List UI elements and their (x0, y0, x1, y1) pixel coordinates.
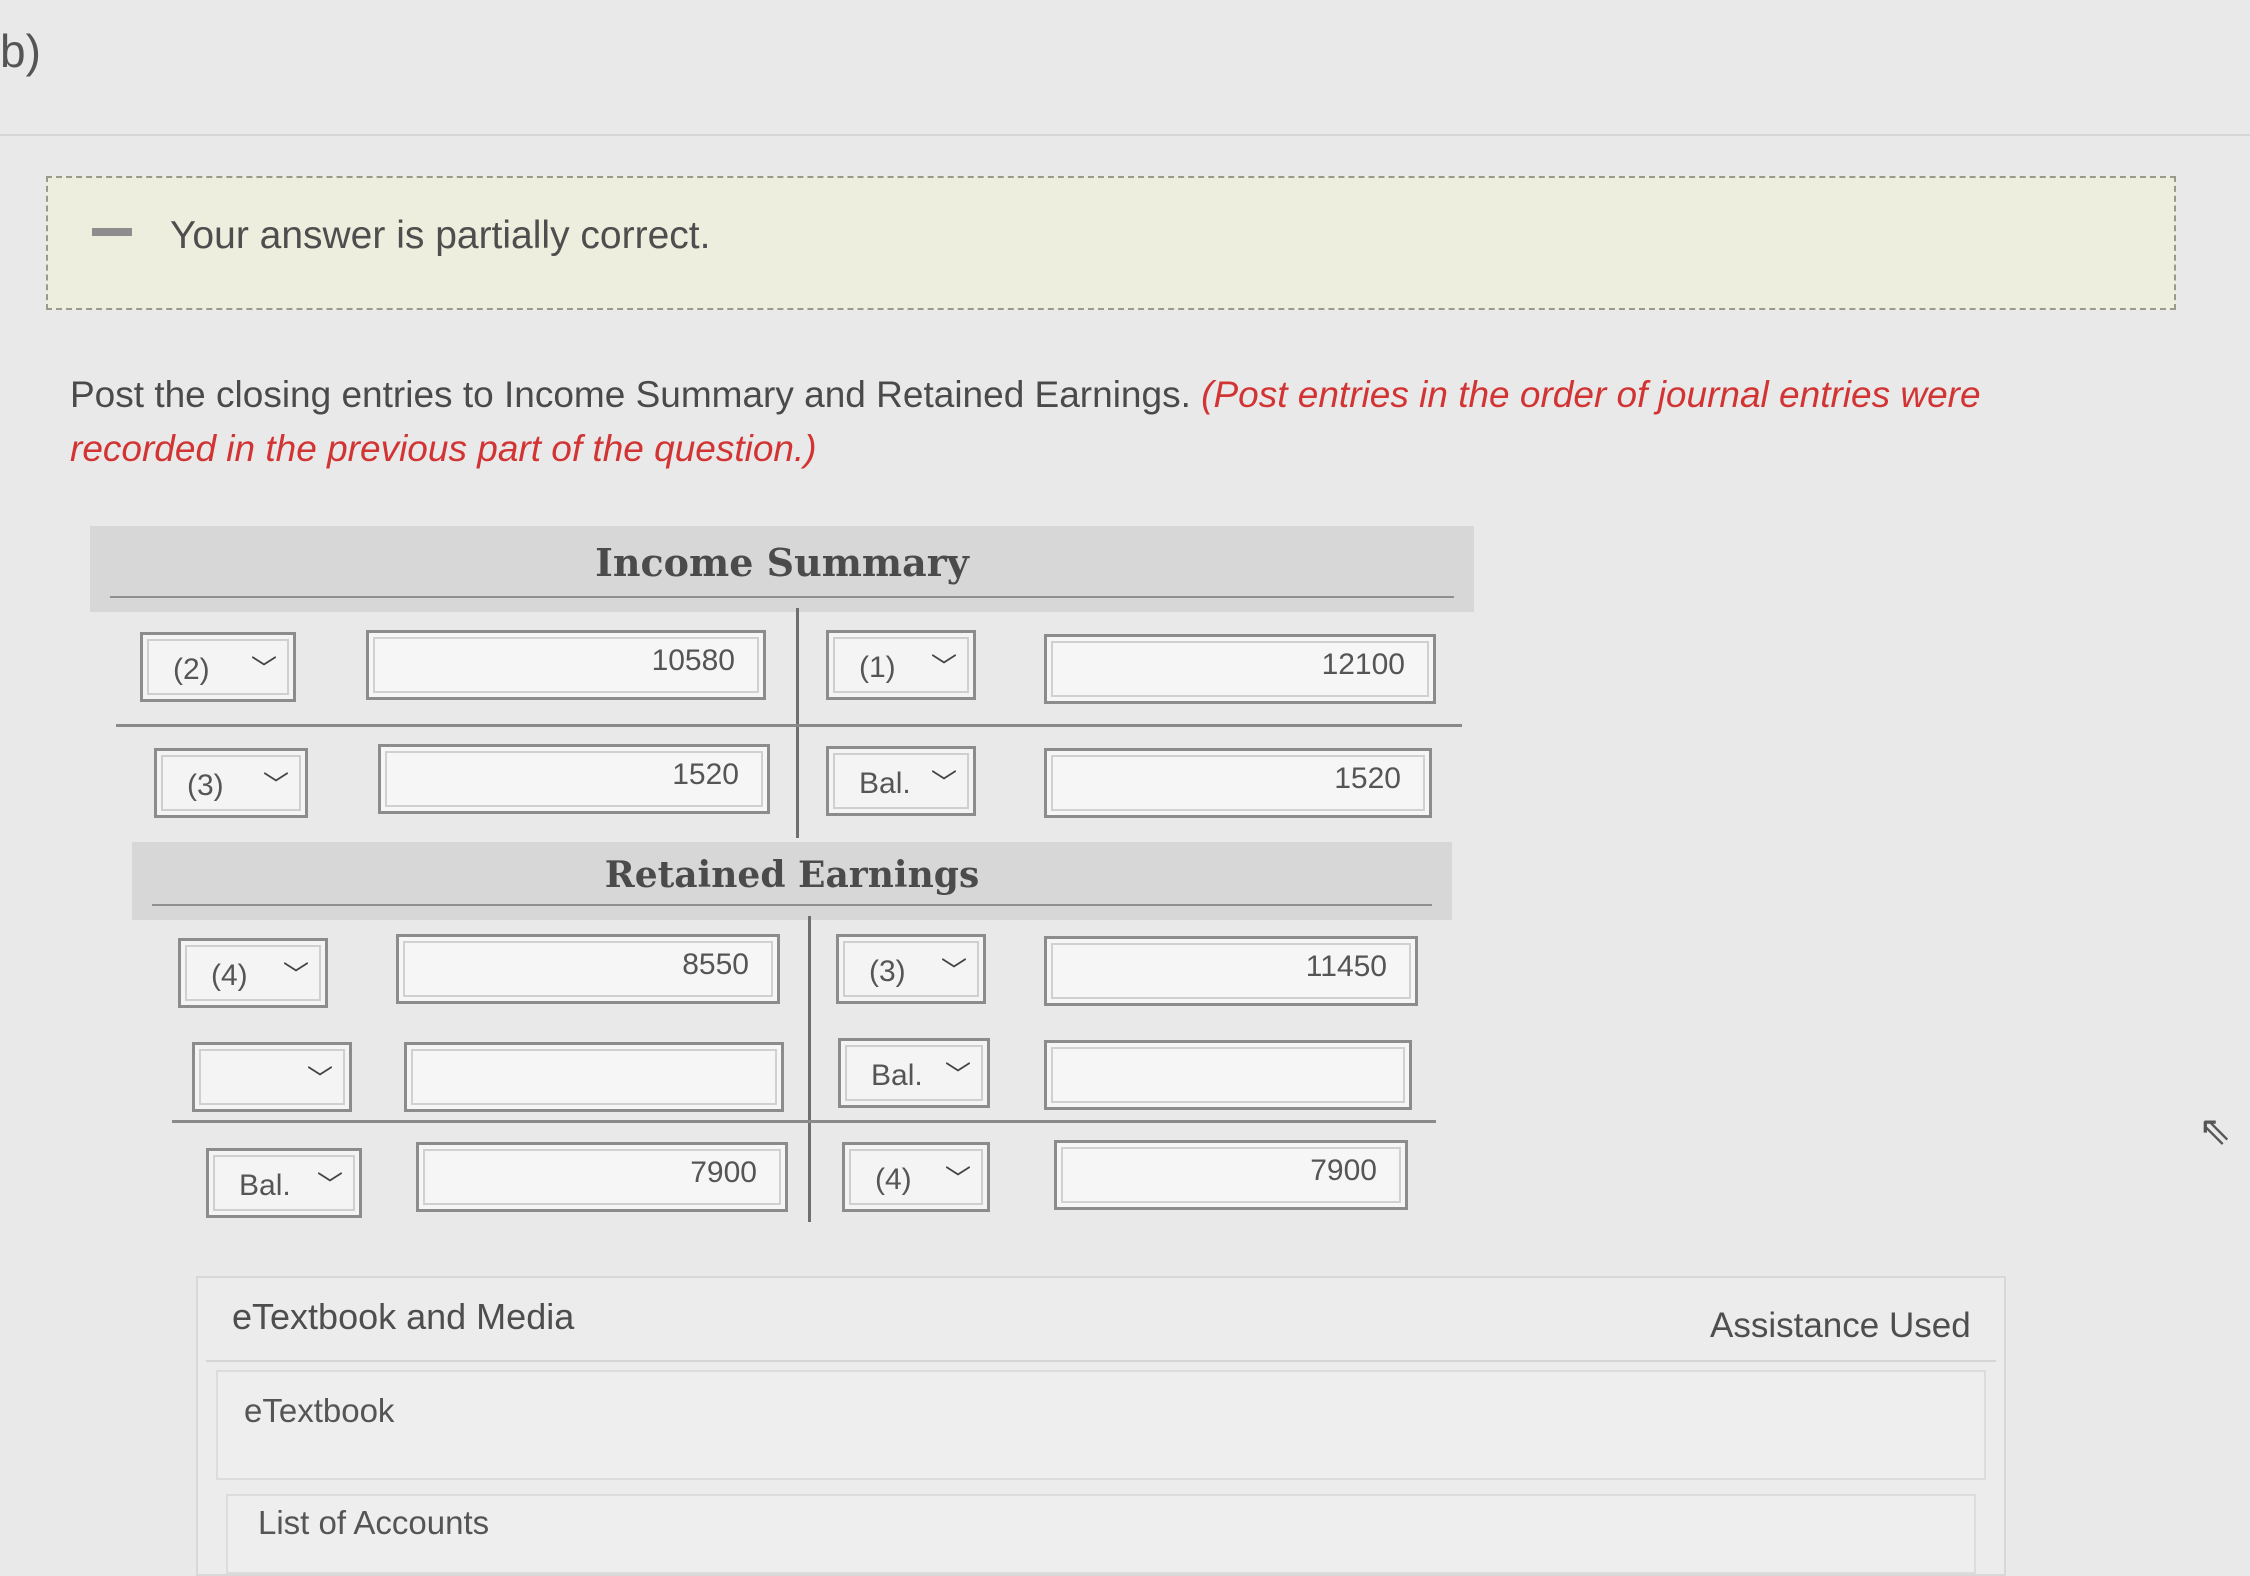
re-row1-debit-ref-select[interactable]: (4) ﹀ (178, 938, 328, 1008)
income-summary-row-rule (116, 724, 1462, 727)
media-divider (206, 1360, 1996, 1362)
instruction-text: Post the closing entries to Income Summa… (70, 374, 1191, 415)
chevron-down-icon: ﹀ (930, 768, 957, 798)
chevron-down-icon: ﹀ (930, 652, 957, 682)
is-row2-credit-amount-input[interactable]: 1520 (1044, 748, 1432, 818)
part-label: b) (0, 25, 41, 77)
re-row3-debit-amount-input[interactable]: 7900 (416, 1142, 788, 1212)
feedback-message: Your answer is partially correct. (170, 214, 711, 257)
etextbook-link[interactable]: eTextbook (244, 1392, 394, 1430)
chevron-down-icon: ﹀ (262, 770, 289, 800)
re-row2-credit-amount-input[interactable] (1044, 1040, 1412, 1110)
re-row2-credit-ref-select[interactable]: Bal. ﹀ (838, 1038, 990, 1108)
income-summary-divider (796, 608, 799, 838)
list-of-accounts-link[interactable]: List of Accounts (258, 1504, 489, 1542)
retained-earnings-title: Retained Earnings (604, 854, 980, 896)
instruction: Post the closing entries to Income Summa… (70, 368, 2130, 476)
is-row2-credit-ref-select[interactable]: Bal. ﹀ (826, 746, 976, 816)
retained-earnings-divider (808, 916, 811, 1222)
chevron-down-icon: ﹀ (316, 1170, 343, 1200)
is-row2-debit-ref-select[interactable]: (3) ﹀ (154, 748, 308, 818)
re-row3-credit-amount-input[interactable]: 7900 (1054, 1140, 1408, 1210)
top-divider (0, 134, 2250, 136)
retained-earnings-header: Retained Earnings (132, 842, 1452, 920)
re-row1-credit-amount-input[interactable]: 11450 (1044, 936, 1418, 1006)
income-summary-title: Income Summary (595, 540, 969, 585)
assistance-used-label: Assistance Used (1710, 1306, 1971, 1345)
etextbook-media-toggle[interactable]: eTextbook and Media (232, 1296, 574, 1338)
chevron-down-icon: ﹀ (944, 1060, 971, 1090)
chevron-down-icon: ﹀ (940, 956, 967, 986)
etextbook-item-box (216, 1370, 1986, 1480)
mouse-cursor-icon: ⇖ (2198, 1109, 2232, 1153)
is-row1-credit-amount-input[interactable]: 12100 (1044, 634, 1436, 704)
income-summary-header: Income Summary (90, 526, 1474, 612)
chevron-down-icon: ﹀ (250, 654, 277, 684)
is-row1-credit-ref-select[interactable]: (1) ﹀ (826, 630, 976, 700)
partial-dash-icon (92, 228, 132, 236)
re-row2-debit-ref-select[interactable]: ﹀ (192, 1042, 352, 1112)
feedback-banner: Your answer is partially correct. (46, 176, 2176, 310)
chevron-down-icon: ﹀ (282, 960, 309, 990)
is-row1-debit-amount-input[interactable]: 10580 (366, 630, 766, 700)
retained-earnings-row-rule (172, 1120, 1436, 1123)
re-row2-debit-amount-input[interactable] (404, 1042, 784, 1112)
re-row1-debit-amount-input[interactable]: 8550 (396, 934, 780, 1004)
chevron-down-icon: ﹀ (944, 1164, 971, 1194)
re-row1-credit-ref-select[interactable]: (3) ﹀ (836, 934, 986, 1004)
is-row1-debit-ref-select[interactable]: (2) ﹀ (140, 632, 296, 702)
chevron-down-icon: ﹀ (306, 1064, 333, 1094)
re-row3-credit-ref-select[interactable]: (4) ﹀ (842, 1142, 990, 1212)
is-row2-debit-amount-input[interactable]: 1520 (378, 744, 770, 814)
re-row3-debit-ref-select[interactable]: Bal. ﹀ (206, 1148, 362, 1218)
